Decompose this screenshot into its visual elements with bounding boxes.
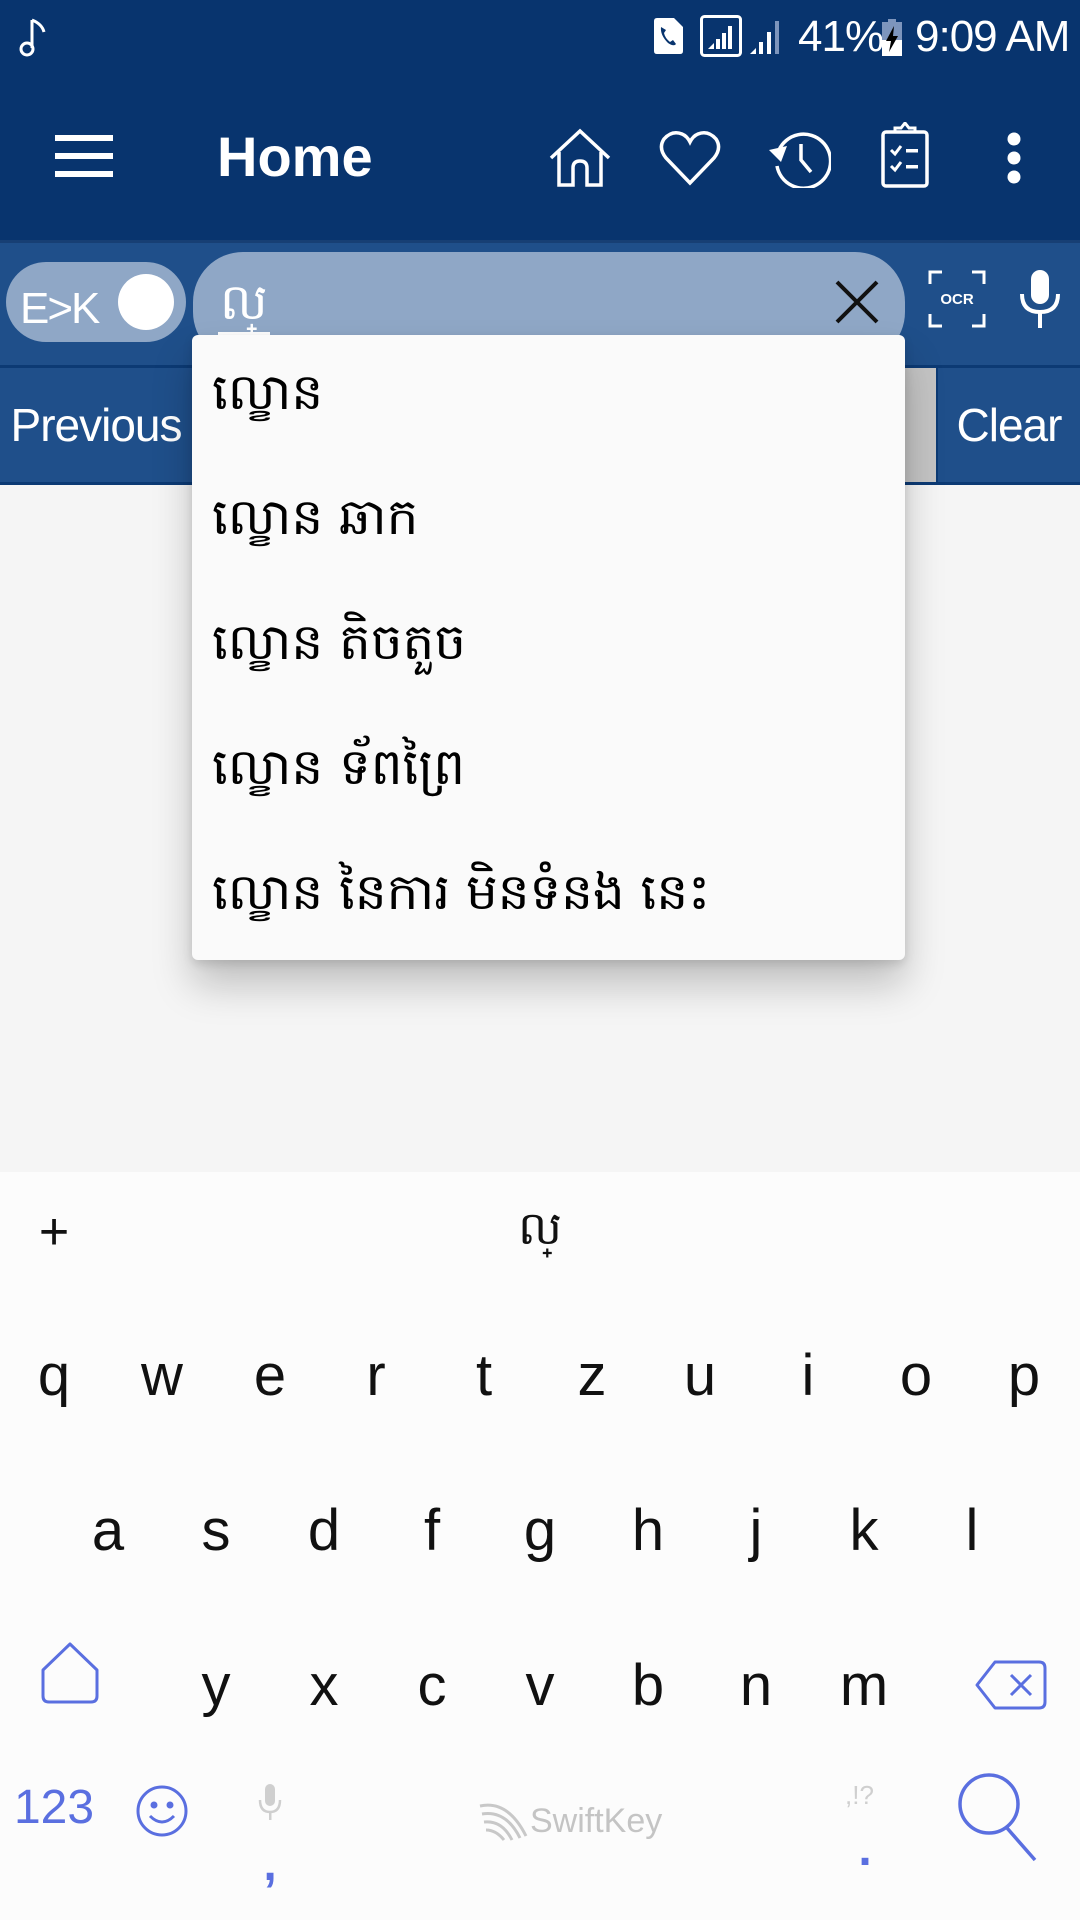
close-icon[interactable] bbox=[833, 278, 881, 326]
period-key[interactable]: . bbox=[815, 1822, 915, 1877]
key-v[interactable]: v bbox=[490, 1652, 590, 1719]
key-t[interactable]: t bbox=[434, 1342, 534, 1409]
key-k[interactable]: k bbox=[814, 1497, 914, 1564]
prediction-candidate[interactable]: ល្ bbox=[490, 1200, 590, 1267]
key-i[interactable]: i bbox=[758, 1342, 858, 1409]
app-bar: 41% 9:09 AM Home bbox=[0, 0, 1080, 240]
clear-button[interactable]: Clear bbox=[938, 368, 1080, 482]
keyboard: + ល្ qwertzuiop asdfghjkl yxcvbnm 123 , … bbox=[0, 1172, 1080, 1920]
space-bar-brand: SwiftKey bbox=[530, 1802, 663, 1840]
key-b[interactable]: b bbox=[598, 1652, 698, 1719]
space-bar[interactable]: SwiftKey bbox=[300, 1772, 780, 1872]
key-r[interactable]: r bbox=[326, 1342, 426, 1409]
swiftkey-logo-icon bbox=[479, 1803, 528, 1841]
more-vert-icon[interactable] bbox=[1005, 132, 1023, 184]
heart-icon[interactable] bbox=[658, 130, 722, 186]
signal-box-icon bbox=[700, 15, 742, 57]
key-q[interactable]: q bbox=[4, 1342, 104, 1409]
key-e[interactable]: e bbox=[220, 1342, 320, 1409]
key-l[interactable]: l bbox=[922, 1497, 1022, 1564]
clipboard-checklist-icon[interactable] bbox=[880, 122, 930, 188]
key-u[interactable]: u bbox=[650, 1342, 750, 1409]
toggle-knob bbox=[118, 274, 174, 330]
suggestion-item[interactable]: ល្ខោន នៃការ មិនទំនង នេះ bbox=[212, 835, 892, 960]
suggestion-item[interactable]: ល្ខោន ទ័ពព្រៃ bbox=[212, 710, 892, 835]
backspace-icon[interactable] bbox=[975, 1660, 1047, 1710]
page-title: Home bbox=[217, 125, 373, 188]
key-x[interactable]: x bbox=[274, 1652, 374, 1719]
suggestion-dropdown: ល្ខោន ល្ខោន ឆាក ល្ខោន តិចតួច ល្ខោន ទ័ពព្… bbox=[192, 335, 905, 960]
call-sim-icon bbox=[654, 18, 683, 54]
signal-icon bbox=[750, 21, 779, 54]
key-d[interactable]: d bbox=[274, 1497, 374, 1564]
search-input-value: ល្ bbox=[218, 272, 270, 335]
history-icon[interactable] bbox=[767, 128, 831, 188]
punctuation-hint: ,!? bbox=[845, 1780, 874, 1810]
key-y[interactable]: y bbox=[166, 1652, 266, 1719]
mic-icon[interactable] bbox=[1018, 268, 1062, 330]
key-m[interactable]: m bbox=[814, 1652, 914, 1719]
suggestion-item[interactable]: ល្ខោន តិចតួច bbox=[212, 585, 892, 710]
voice-input-hint-icon bbox=[258, 1784, 282, 1820]
clock: 9:09 AM bbox=[915, 12, 1070, 61]
suggestion-item[interactable]: ល្ខោន ឆាក bbox=[212, 460, 892, 585]
emoji-icon[interactable] bbox=[135, 1784, 189, 1838]
key-o[interactable]: o bbox=[866, 1342, 966, 1409]
shift-icon[interactable] bbox=[40, 1642, 100, 1704]
battery-percent: 41% bbox=[798, 12, 884, 61]
key-a[interactable]: a bbox=[58, 1497, 158, 1564]
language-direction-toggle[interactable]: E>K bbox=[6, 262, 186, 342]
key-s[interactable]: s bbox=[166, 1497, 266, 1564]
toggle-label: E>K bbox=[20, 284, 100, 333]
hamburger-icon[interactable] bbox=[55, 135, 113, 177]
key-c[interactable]: c bbox=[382, 1652, 482, 1719]
key-g[interactable]: g bbox=[490, 1497, 590, 1564]
music-note-icon bbox=[19, 18, 46, 57]
key-f[interactable]: f bbox=[382, 1497, 482, 1564]
search-icon[interactable] bbox=[955, 1770, 1041, 1862]
key-h[interactable]: h bbox=[598, 1497, 698, 1564]
key-p[interactable]: p bbox=[974, 1342, 1074, 1409]
key-w[interactable]: w bbox=[112, 1342, 212, 1409]
key-j[interactable]: j bbox=[706, 1497, 806, 1564]
keyboard-toolbar-expand-button[interactable]: + bbox=[4, 1202, 104, 1262]
suggestion-item[interactable]: ល្ខោន bbox=[212, 335, 892, 460]
key-z[interactable]: z bbox=[542, 1342, 642, 1409]
previous-button[interactable]: Previous bbox=[0, 368, 192, 482]
key-n[interactable]: n bbox=[706, 1652, 806, 1719]
numbers-key[interactable]: 123 bbox=[4, 1780, 104, 1835]
home-icon[interactable] bbox=[548, 128, 612, 188]
ocr-scan-icon[interactable]: OCR bbox=[928, 270, 986, 328]
ocr-label: OCR bbox=[940, 291, 974, 308]
battery-charging-icon bbox=[882, 19, 902, 56]
